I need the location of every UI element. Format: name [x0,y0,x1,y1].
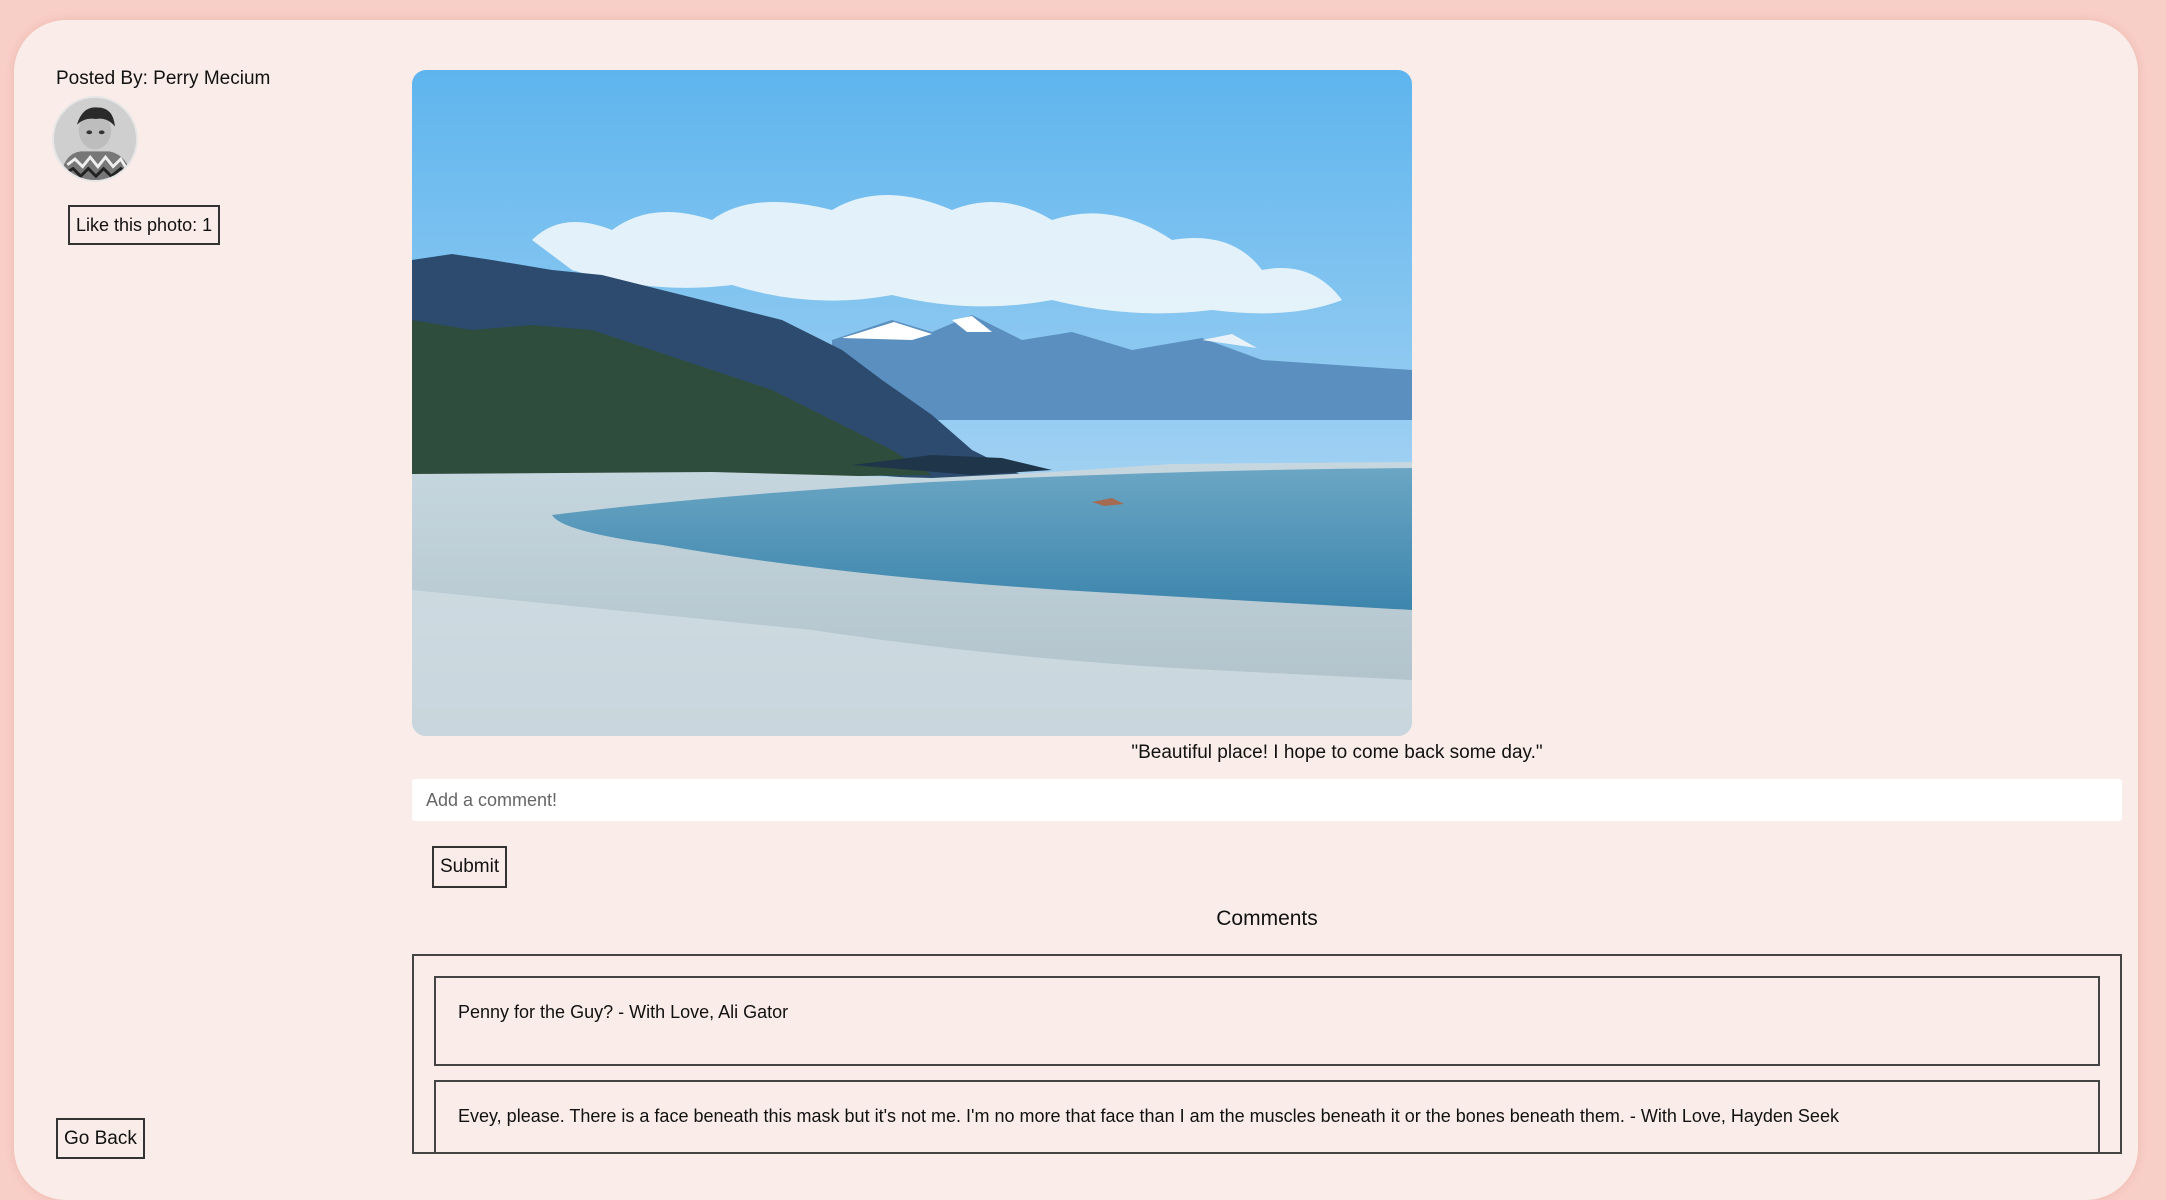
comments-heading: Comments [1216,907,1318,930]
like-photo-button[interactable]: Like this photo: 1 [68,205,221,245]
comment-text: Evey, please. There is a face beneath th… [458,1106,1839,1126]
comment-item: Penny for the Guy? - With Love, Ali Gato… [434,976,2100,1066]
avatar [52,96,138,182]
post-photo [412,70,1412,736]
comment-item: Evey, please. There is a face beneath th… [434,1080,2100,1152]
comment-text: Penny for the Guy? - With Love, Ali Gato… [458,1002,789,1022]
landscape-photo [412,70,1412,736]
photo-caption: "Beautiful place! I hope to come back so… [1131,742,1543,763]
posted-by-label: Posted By: Perry Mecium [56,68,271,89]
avatar-image [54,98,136,180]
post-card: Posted By: Perry Mecium Like this photo:… [14,20,2138,1200]
comment-input[interactable] [412,779,2122,821]
comments-list[interactable]: Penny for the Guy? - With Love, Ali Gato… [412,954,2122,1154]
go-back-button[interactable]: Go Back [56,1118,145,1159]
submit-comment-button[interactable]: Submit [432,846,508,888]
